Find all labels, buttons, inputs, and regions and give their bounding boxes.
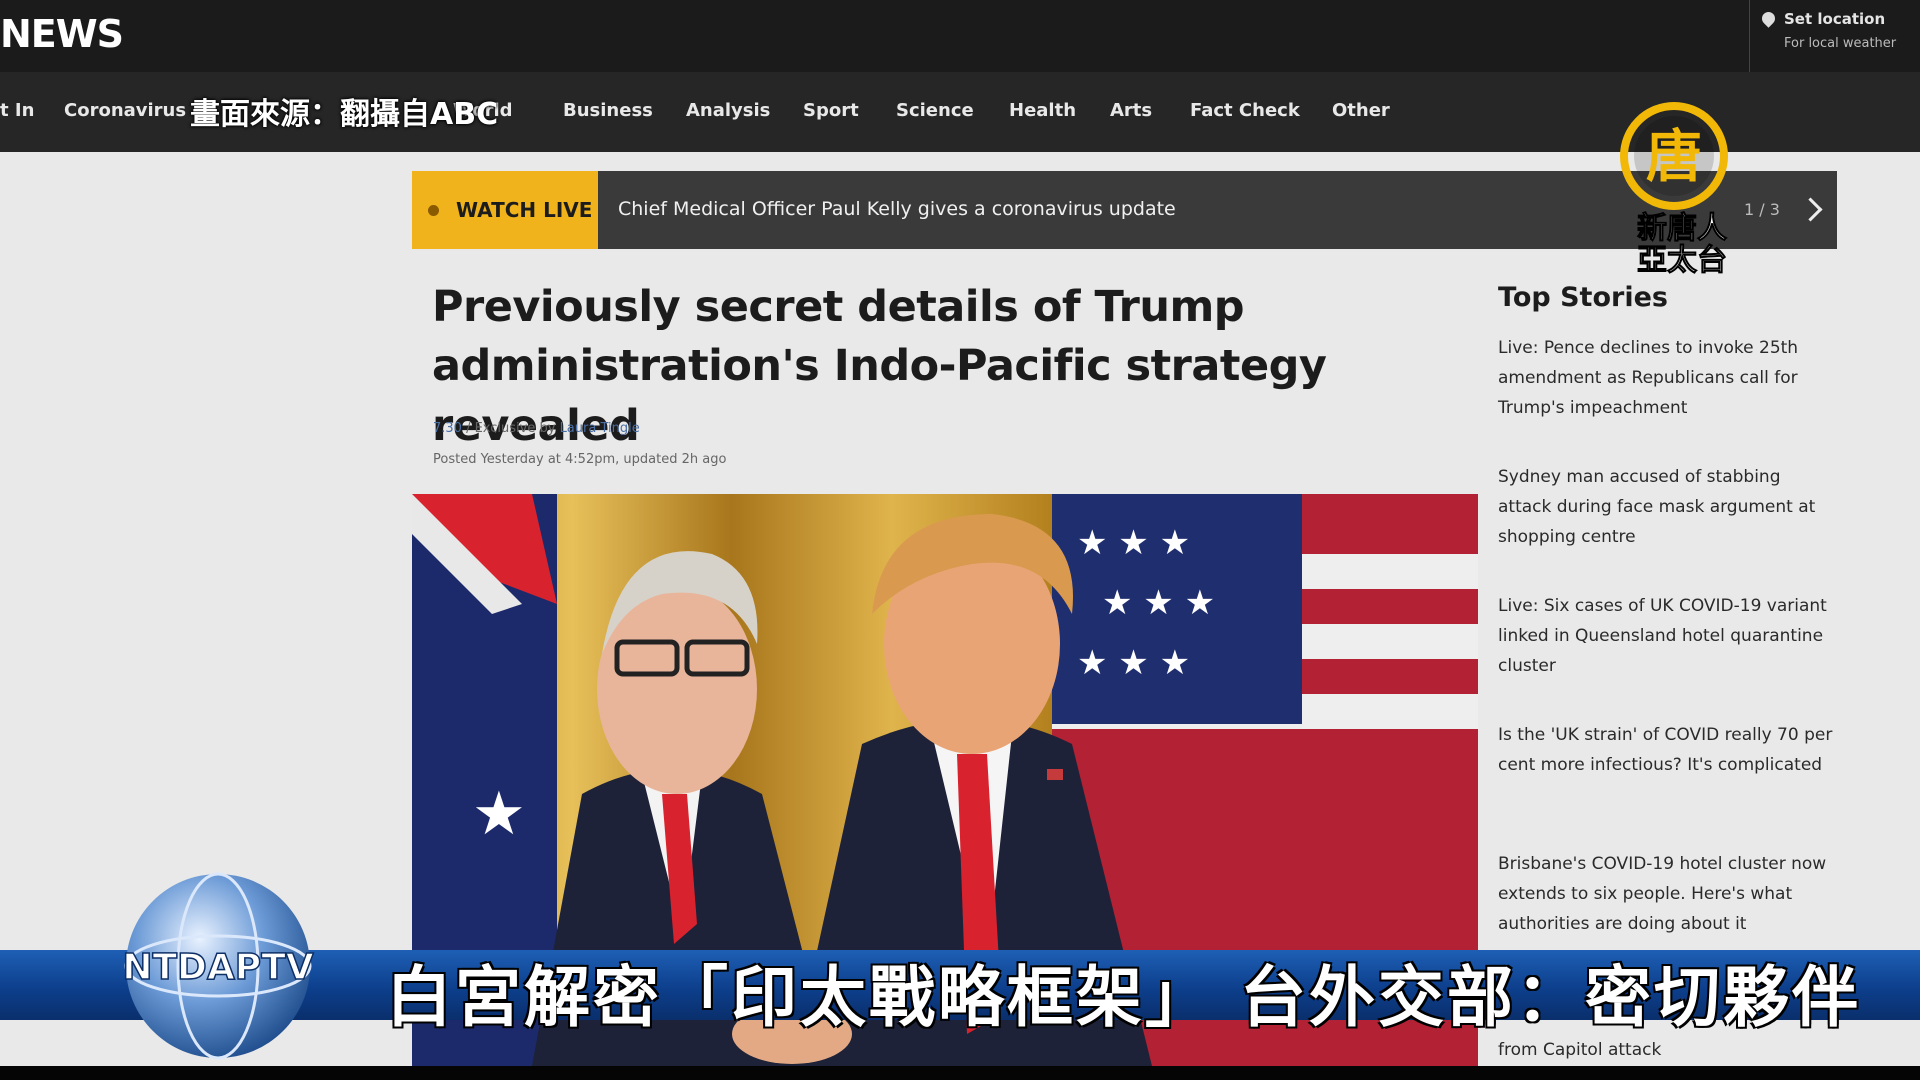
- top-story-item[interactable]: Is the 'UK strain' of COVID really 70 pe…: [1498, 721, 1838, 781]
- watermark-line2: 亞太台: [1637, 243, 1727, 278]
- program-link[interactable]: 7.30: [433, 421, 462, 436]
- set-location-button[interactable]: Set location For local weather: [1749, 0, 1920, 72]
- byline-text: / Exclusive by: [461, 421, 560, 436]
- watermark-glyph: 唐: [1646, 125, 1702, 190]
- broadcast-lower-third: NTDAPTV 白宮解密「印太戰略框架」 台外交部：密切夥伴: [0, 872, 1920, 1060]
- abc-news-logo[interactable]: NEWS: [0, 12, 124, 56]
- nav-item-other[interactable]: Other: [1332, 100, 1390, 121]
- channel-logo: NTDAPTV: [118, 866, 318, 1066]
- location-pin-icon: [1759, 9, 1778, 28]
- top-story-item[interactable]: Sydney man accused of stabbing attack du…: [1498, 463, 1838, 552]
- nav-item-analysis[interactable]: Analysis: [686, 100, 770, 121]
- footage-source-caption: 畫面來源：翻攝自ABC: [190, 97, 499, 132]
- site-header: NEWS Set location For local weather: [0, 0, 1920, 72]
- ntd-seal-icon: 唐 新唐人 亞太台: [1620, 102, 1728, 279]
- set-location-sublabel: For local weather: [1784, 36, 1897, 51]
- nav-item-health[interactable]: Health: [1009, 100, 1076, 121]
- globe-icon: NTDAPTV: [122, 872, 315, 1060]
- nav-item-sign-in[interactable]: t In: [0, 100, 34, 121]
- top-story-item[interactable]: Live: Six cases of UK COVID-19 variant l…: [1498, 592, 1838, 681]
- top-story-item[interactable]: from Capitol attack: [1498, 1036, 1838, 1066]
- nav-item-sport[interactable]: Sport: [803, 100, 859, 121]
- watermark-line1: 新唐人: [1637, 211, 1727, 246]
- top-story-item[interactable]: Live: Pence declines to invoke 25th amen…: [1498, 334, 1838, 423]
- channel-logo-text: NTDAPTV: [122, 947, 313, 988]
- nav-item-fact-check[interactable]: Fact Check: [1190, 100, 1300, 121]
- author-link[interactable]: Laura Tingle: [560, 421, 640, 436]
- video-bottom-bar: [0, 1066, 1920, 1080]
- watch-live-label: WATCH LIVE: [456, 198, 593, 222]
- ntd-watermark: 唐 新唐人 亞太台: [1612, 100, 1758, 280]
- svg-text:★ ★ ★: ★ ★ ★: [1102, 583, 1215, 623]
- nav-item-coronavirus[interactable]: Coronavirus: [64, 100, 186, 121]
- article-posted-time: Posted Yesterday at 4:52pm, updated 2h a…: [433, 452, 727, 467]
- top-stories-heading: Top Stories: [1498, 282, 1668, 313]
- article-byline: 7.30 / Exclusive by Laura Tingle: [433, 421, 640, 436]
- watch-live-tag[interactable]: WATCH LIVE: [412, 171, 598, 249]
- nav-item-business[interactable]: Business: [563, 100, 653, 121]
- svg-text:★: ★: [472, 779, 526, 849]
- news-subtitle: 白宮解密「印太戰略框架」 台外交部：密切夥伴: [386, 959, 1861, 1036]
- watch-live-headline[interactable]: Chief Medical Officer Paul Kelly gives a…: [618, 198, 1176, 220]
- svg-text:★ ★ ★: ★ ★ ★: [1077, 523, 1190, 563]
- set-location-label: Set location: [1784, 10, 1886, 28]
- chevron-right-icon[interactable]: [1798, 197, 1823, 222]
- live-dot-icon: [428, 205, 439, 216]
- nav-item-arts[interactable]: Arts: [1110, 100, 1152, 121]
- svg-text:★ ★ ★: ★ ★ ★: [1077, 643, 1190, 683]
- nav-item-science[interactable]: Science: [896, 100, 974, 121]
